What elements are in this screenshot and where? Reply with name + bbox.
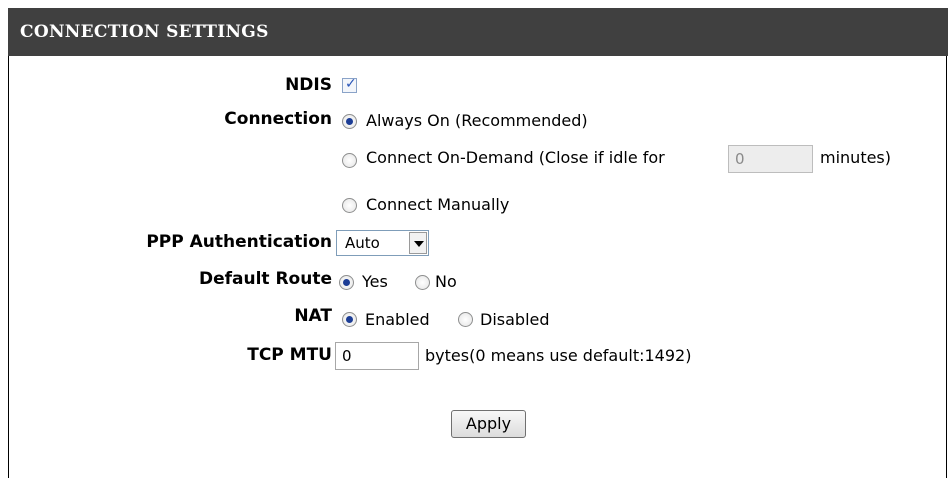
nat-disabled-radio[interactable] — [458, 312, 473, 327]
nat-enabled-radio[interactable] — [342, 312, 357, 327]
tcp-mtu-label: TCP MTU — [247, 345, 332, 365]
ppp-authentication-selected: Auto — [345, 234, 380, 252]
connection-label: Connection — [224, 109, 332, 129]
connection-on-demand-radio[interactable] — [342, 153, 357, 168]
panel-border-left — [8, 56, 9, 478]
ppp-authentication-label: PPP Authentication — [146, 232, 332, 252]
connection-always-on-label: Always On (Recommended) — [366, 111, 588, 130]
default-route-no-label: No — [435, 272, 457, 291]
default-route-yes-radio[interactable] — [339, 275, 354, 290]
ppp-authentication-select[interactable]: Auto — [336, 230, 429, 256]
apply-button[interactable]: Apply — [451, 410, 526, 438]
tcp-mtu-input[interactable] — [335, 342, 419, 370]
connection-on-demand-label: Connect On-Demand (Close if idle for — [366, 148, 665, 167]
connection-manually-radio[interactable] — [342, 198, 357, 213]
checkmark-icon: ✓ — [345, 76, 357, 92]
default-route-yes-label: Yes — [362, 272, 388, 291]
idle-minutes-input[interactable] — [728, 145, 813, 173]
section-header: CONNECTION SETTINGS — [8, 8, 948, 56]
nat-disabled-label: Disabled — [480, 310, 550, 329]
default-route-no-radio[interactable] — [415, 275, 430, 290]
panel-border-right — [946, 56, 947, 478]
ndis-checkbox[interactable]: ✓ — [342, 76, 357, 93]
section-title: CONNECTION SETTINGS — [20, 22, 269, 42]
idle-minutes-unit: minutes) — [820, 148, 892, 167]
connection-manually-label: Connect Manually — [366, 195, 510, 214]
connection-always-on-radio[interactable] — [342, 114, 357, 129]
nat-enabled-label: Enabled — [365, 310, 430, 329]
tcp-mtu-hint: bytes(0 means use default:1492) — [425, 346, 692, 365]
nat-label: NAT — [294, 306, 332, 326]
ndis-label: NDIS — [285, 75, 332, 95]
default-route-label: Default Route — [198, 269, 332, 289]
chevron-down-icon[interactable] — [409, 232, 427, 254]
